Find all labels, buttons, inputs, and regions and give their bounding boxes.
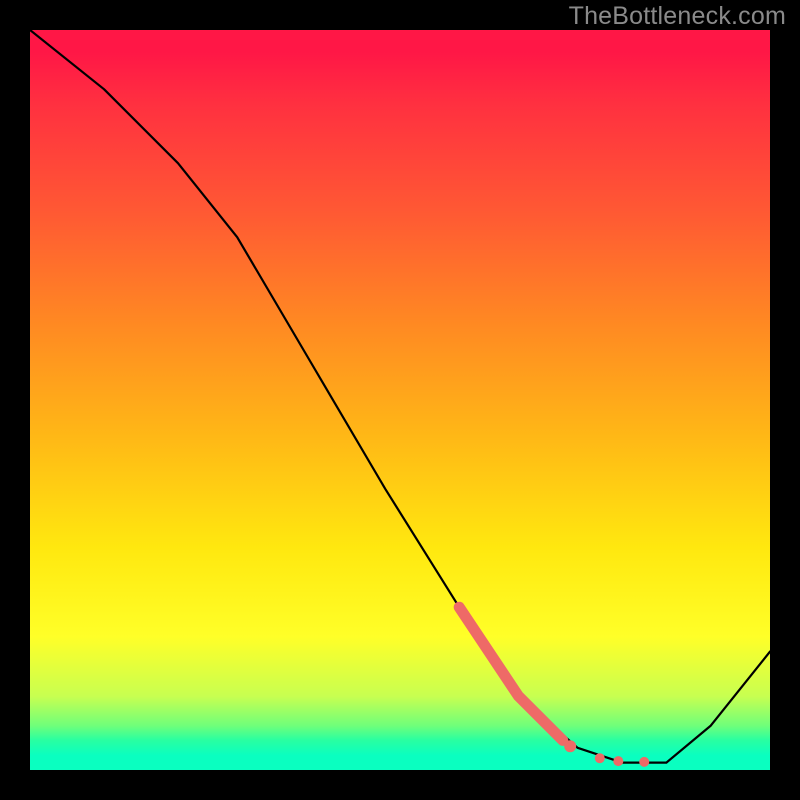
- highlight-dot: [564, 740, 576, 752]
- bottleneck-curve: [30, 30, 770, 763]
- watermark-text: TheBottleneck.com: [569, 2, 786, 31]
- highlight-dot: [613, 756, 623, 766]
- highlight-segment: [459, 607, 563, 740]
- highlight-dot: [639, 757, 649, 767]
- plot-svg: [30, 30, 770, 770]
- chart-container: TheBottleneck.com: [0, 0, 800, 800]
- highlight-dot: [595, 753, 605, 763]
- plot-area: [30, 30, 770, 770]
